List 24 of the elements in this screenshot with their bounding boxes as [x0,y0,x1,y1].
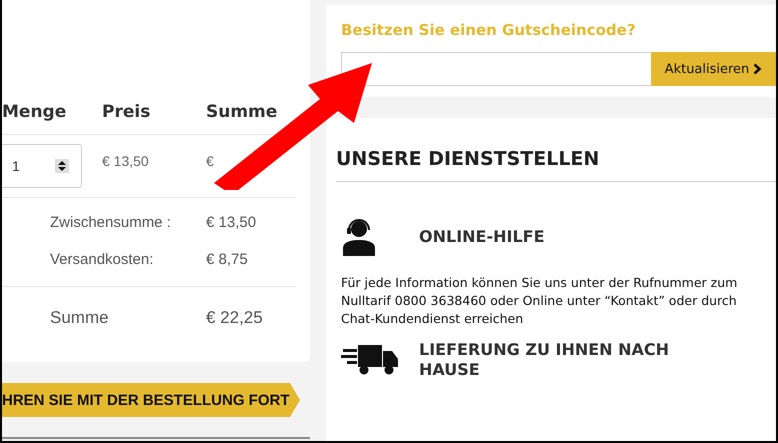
service-title: LIEFERUNG ZU IHNEN NACH HAUSE [419,340,670,379]
summary-value: € 22,25 [206,308,264,328]
summary-value: € 13,50 [206,214,258,231]
chevron-icon [753,63,762,75]
summary-label: Summe [50,308,110,328]
column-header: Summe [206,101,278,124]
spinner-icon[interactable] [55,159,69,173]
headset-person-icon [341,218,377,256]
service-title: ONLINE-HILFE [419,227,546,247]
quantity-field[interactable]: 1 [2,144,82,188]
services-heading: UNSERE DIENSTSTELLEN [336,148,776,182]
delivery-truck-icon [341,344,399,375]
price-cell-text: € 13,50 [102,152,150,169]
summary-label: Zwischensumme : [50,214,172,231]
coupon-title: Besitzen Sie einen Gutscheincode? [341,21,637,39]
coupon-code-field[interactable] [341,52,651,86]
total-cell-text: € [206,152,215,169]
column-header: Menge [2,101,68,124]
column-header: Preis [102,101,152,124]
checkout-button[interactable]: HREN SIE MIT DER BESTELLUNG FORT [2,383,300,417]
summary-value: € 8,75 [206,251,249,268]
summary-label: Versandkosten: [50,251,154,268]
service-description: Für jede Information können Sie uns unter der Rufnummer zum Nulltarif 0800 3638460 oder Online unter “Kontakt” oder durch Chat-Kundendienst erreichen [341,274,738,328]
update-button[interactable]: Aktualisieren [651,52,776,86]
